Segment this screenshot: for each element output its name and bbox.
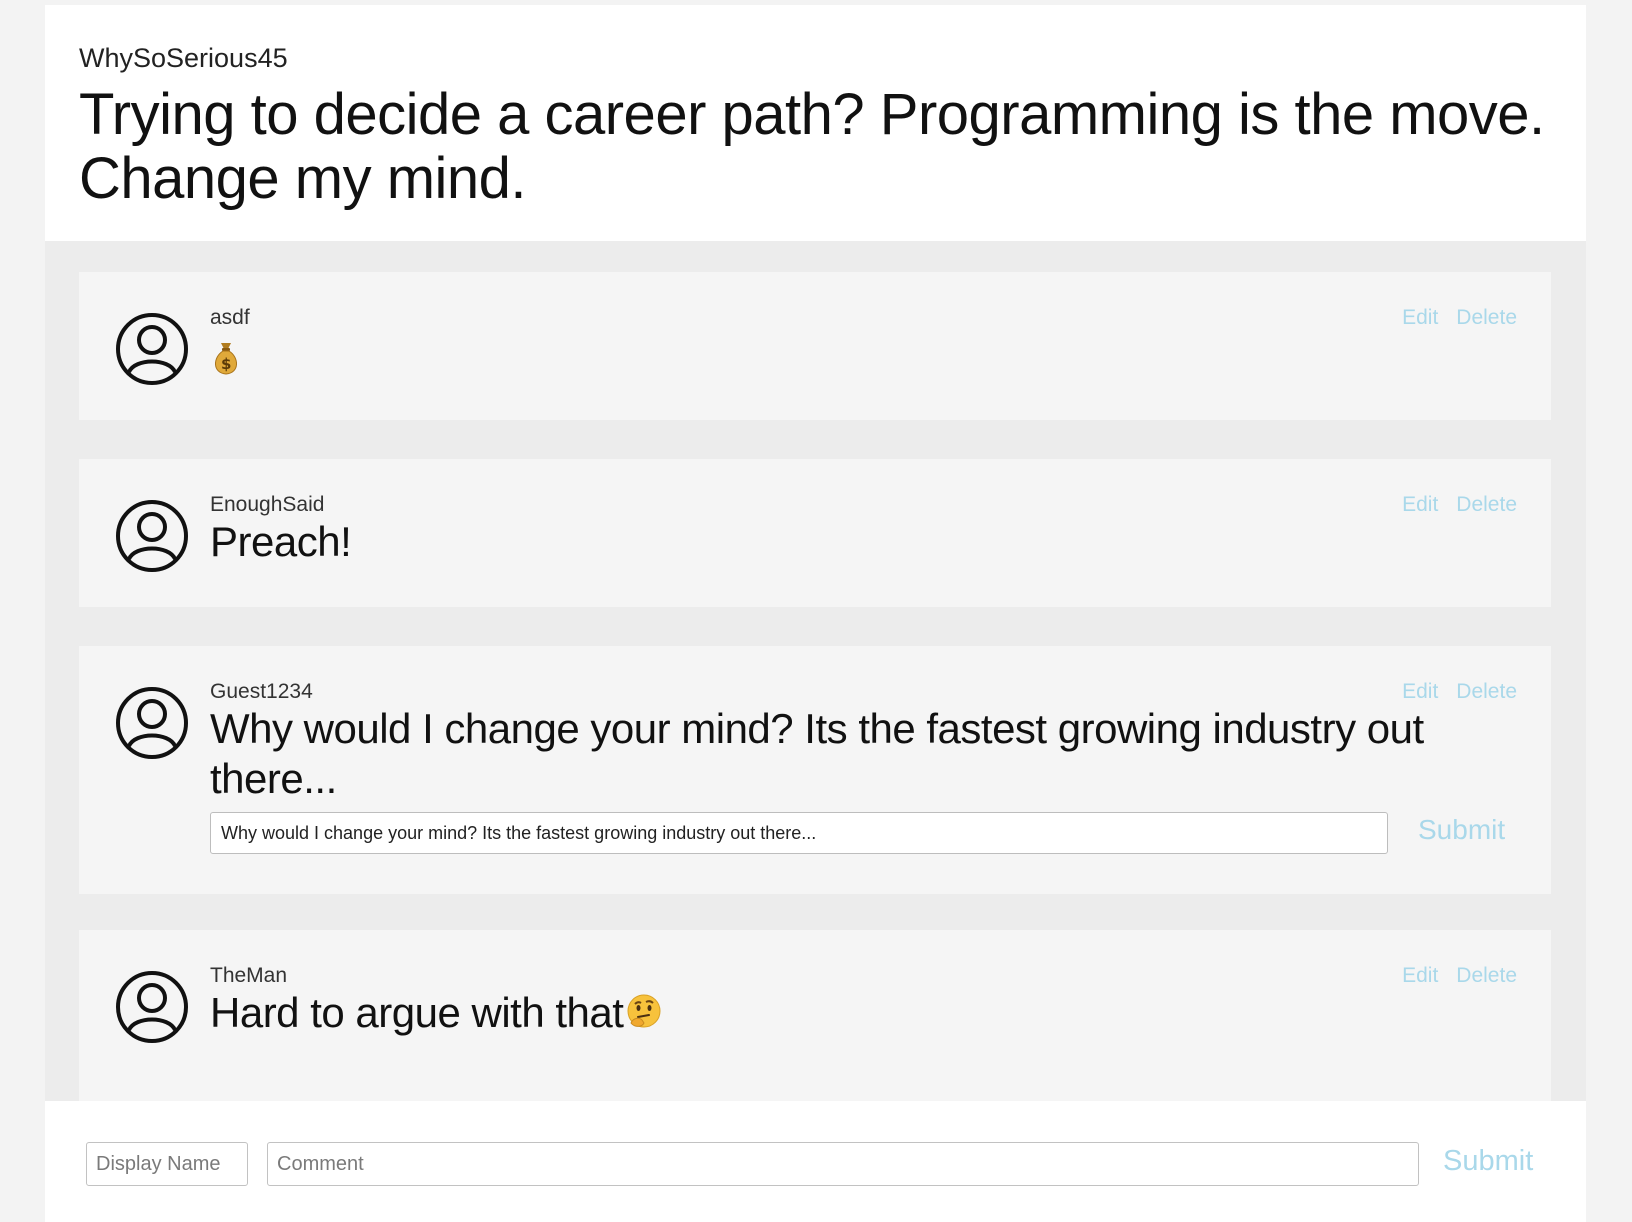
display-name-input[interactable] xyxy=(86,1142,248,1186)
edit-button[interactable]: Edit xyxy=(1402,964,1438,988)
delete-button[interactable]: Delete xyxy=(1456,306,1517,330)
comment-actions: Edit Delete xyxy=(1402,964,1517,988)
submit-comment-button[interactable]: Submit xyxy=(1443,1145,1533,1178)
comment-actions: Edit Delete xyxy=(1402,680,1517,704)
edit-submit-button[interactable]: Submit xyxy=(1418,814,1505,846)
delete-button[interactable]: Delete xyxy=(1456,964,1517,988)
comment-author: EnoughSaid xyxy=(210,493,325,516)
new-comment-form: Submit xyxy=(45,1101,1586,1222)
delete-button[interactable]: Delete xyxy=(1456,680,1517,704)
edit-comment-row: Submit xyxy=(210,812,1510,854)
user-avatar-icon xyxy=(115,970,189,1044)
svg-text:$: $ xyxy=(221,355,231,373)
comment-actions: Edit Delete xyxy=(1402,306,1517,330)
comment-author: asdf xyxy=(210,306,250,329)
comments-list[interactable]: asdf $ Edit Delete EnoughSaid Preach! Ed… xyxy=(45,241,1586,1101)
user-avatar-icon xyxy=(115,499,189,573)
comment-text: Hard to argue with that xyxy=(210,988,663,1038)
user-avatar-icon xyxy=(115,312,189,386)
money-bag-icon: $ xyxy=(215,343,237,375)
comment-card: asdf $ Edit Delete xyxy=(79,272,1551,420)
comment-author: Guest1234 xyxy=(210,680,313,703)
comment-input[interactable] xyxy=(267,1142,1419,1186)
edit-button[interactable]: Edit xyxy=(1402,306,1438,330)
post-author: WhySoSerious45 xyxy=(79,43,288,73)
edit-button[interactable]: Edit xyxy=(1402,680,1438,704)
edit-button[interactable]: Edit xyxy=(1402,493,1438,517)
comment-card: EnoughSaid Preach! Edit Delete xyxy=(79,459,1551,607)
post-header: WhySoSerious45 Trying to decide a career… xyxy=(45,5,1586,241)
comment-actions: Edit Delete xyxy=(1402,493,1517,517)
comment-text: Preach! xyxy=(210,518,352,565)
edit-comment-input[interactable] xyxy=(210,812,1388,854)
comment-card: TheMan Hard to argue with that Edit Dele… xyxy=(79,930,1551,1101)
thinking-face-icon xyxy=(627,994,661,1028)
page-frame: WhySoSerious45 Trying to decide a career… xyxy=(45,5,1586,1222)
comment-text-content: Hard to argue with that xyxy=(210,989,624,1036)
comment-author: TheMan xyxy=(210,964,288,987)
delete-button[interactable]: Delete xyxy=(1456,493,1517,517)
comment-text: $ xyxy=(210,338,242,388)
comment-text: Why would I change your mind? Its the fa… xyxy=(210,705,1424,802)
comment-card: Guest1234 Why would I change your mind? … xyxy=(79,646,1551,894)
post-title: Trying to decide a career path? Programm… xyxy=(79,82,1545,211)
user-avatar-icon xyxy=(115,686,189,760)
